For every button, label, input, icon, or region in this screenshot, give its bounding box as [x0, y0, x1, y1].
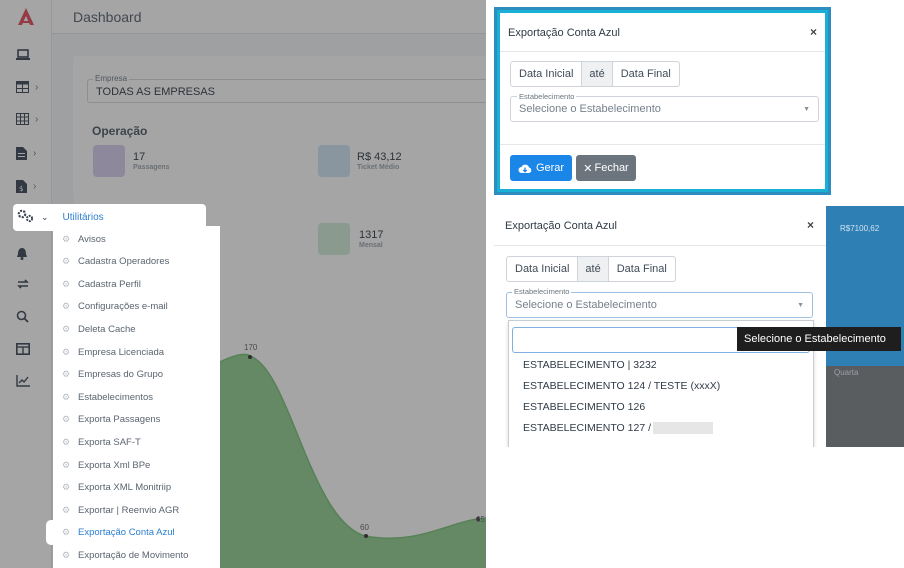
menu-item-label: Cadastra Perfil: [78, 278, 141, 290]
dropdown-option[interactable]: ESTABELECIMENTO | 3232: [523, 359, 657, 371]
menu-item-label: Deleta Cache: [78, 323, 136, 335]
gerar-button[interactable]: Gerar: [510, 155, 572, 181]
data-final-field[interactable]: Data Final: [613, 62, 679, 86]
gears-icon: ⚙: [62, 301, 71, 312]
ate-label: até: [582, 62, 613, 86]
data-final-field[interactable]: Data Final: [609, 257, 675, 281]
menu-item-label: Empresa Licenciada: [78, 346, 165, 358]
modal-title: Exportação Conta Azul: [505, 220, 617, 232]
menu-item[interactable]: ⚙ Exporta Passagens: [62, 413, 160, 427]
gears-icon: ⚙: [62, 459, 71, 470]
background-fragment: Quarta: [824, 366, 904, 447]
gears-icon: ⚙: [62, 504, 71, 515]
export-modal-frame: Exportação Conta Azul × Data Inicial até…: [494, 7, 831, 195]
dropdown-option-label: ESTABELECIMENTO 126: [523, 401, 646, 413]
close-icon[interactable]: ×: [810, 25, 817, 39]
menu-item[interactable]: ⚙ Deleta Cache: [62, 322, 136, 336]
gears-icon: ⚙: [62, 527, 71, 538]
menu-item-label: Exporta SAF-T: [78, 436, 141, 448]
gears-icon: ⚙: [62, 323, 71, 334]
dropdown-option[interactable]: ESTABELECIMENTO 126: [523, 401, 645, 413]
menu-item[interactable]: ⚙ Exportar | Reenvio AGR: [62, 503, 179, 517]
gears-icon: ⚙: [62, 482, 71, 493]
menu-item-label: Exporta Passagens: [78, 414, 161, 426]
bg-chart-value: R$7100,62: [840, 224, 880, 233]
gerar-label: Gerar: [535, 162, 565, 174]
dashboard-panel: › › › $ › Dashboard Empresa TODAS AS EMP…: [0, 0, 486, 568]
menu-item[interactable]: ⚙ Cadastra Operadores: [62, 255, 169, 269]
caret-down-icon: ▼: [803, 106, 810, 113]
footer-divider: [500, 144, 825, 145]
gears-icon: ⚙: [62, 256, 71, 267]
estabelecimento-placeholder: Selecione o Estabelecimento: [519, 103, 661, 115]
menu-item[interactable]: ⚙ Configurações e-mail: [62, 300, 168, 314]
gears-icon: ⚙: [62, 391, 71, 402]
header-divider: [500, 51, 825, 52]
data-inicial-field[interactable]: Data Inicial: [507, 257, 579, 281]
menu-item[interactable]: ⚙ Exportação de Movimento: [62, 548, 188, 562]
fechar-button[interactable]: ✕ Fechar: [576, 155, 636, 181]
estabelecimento-legend: Estabelecimento: [517, 92, 577, 101]
gears-icon: ⚙: [62, 414, 71, 425]
bg-chart-label: Quarta: [834, 368, 859, 377]
gears-icon: ⚙: [62, 233, 71, 244]
dropdown-option[interactable]: ESTABELECIMENTO 127 /: [523, 422, 713, 435]
gears-icon: [17, 209, 35, 226]
ate-label: até: [578, 257, 609, 281]
menu-item[interactable]: ⚙ Exporta SAF-T: [62, 435, 141, 449]
gears-icon: ⚙: [62, 278, 71, 289]
menu-item[interactable]: ⚙ Exporta XML Monitriip: [62, 481, 171, 495]
tooltip: Selecione o Estabelecimento: [737, 327, 901, 351]
dropdown-option-label: ESTABELECIMENTO | 3232: [523, 359, 657, 371]
chevron-down-icon: ⌄: [41, 212, 49, 222]
gears-icon: ⚙: [62, 346, 71, 357]
cloud-download-icon: [518, 164, 532, 173]
menu-item[interactable]: ⚙ Empresa Licenciada: [62, 345, 164, 359]
menu-item-label: Exportação de Movimento: [78, 549, 189, 561]
menu-item-label: Exportar | Reenvio AGR: [78, 504, 180, 516]
menu-header-label: Utilitários: [62, 212, 104, 223]
menu-item-label: Exporta XML Monitriip: [78, 482, 172, 494]
date-range-group: Data Inicial até Data Final: [510, 61, 680, 87]
menu-item[interactable]: ⚙ Exportação Conta Azul: [47, 521, 215, 545]
times-icon: ✕: [583, 162, 593, 175]
menu-item[interactable]: ⚙ Cadastra Perfil: [62, 277, 141, 291]
dropdown-option-label: ESTABELECIMENTO 124 / TESTE (xxxX): [523, 380, 721, 392]
dropdown-option[interactable]: ESTABELECIMENTO 124 / TESTE (xxxX): [523, 380, 720, 392]
menu-item-label: Avisos: [78, 233, 106, 245]
menu-item[interactable]: ⚙ Avisos: [62, 232, 106, 246]
estabelecimento-placeholder: Selecione o Estabelecimento: [515, 299, 657, 311]
date-range-group: Data Inicial até Data Final: [506, 256, 676, 282]
menu-item[interactable]: ⚙ Estabelecimentos: [62, 390, 153, 404]
caret-down-icon: ▼: [797, 302, 804, 309]
menu-item-label: Configurações e-mail: [78, 301, 168, 313]
menu-item-label: Empresas do Grupo: [78, 369, 164, 381]
gears-icon: ⚙: [62, 549, 71, 560]
menu-item-label: Exporta Xml BPe: [78, 459, 151, 471]
modal-title: Exportação Conta Azul: [508, 27, 620, 39]
redacted-text: [653, 422, 713, 435]
close-icon[interactable]: ×: [807, 218, 814, 232]
gears-icon: ⚙: [62, 369, 71, 380]
menu-item[interactable]: ⚙ Exporta Xml BPe: [62, 458, 150, 472]
gears-icon: ⚙: [62, 436, 71, 447]
data-inicial-field[interactable]: Data Inicial: [511, 62, 583, 86]
dropdown-option-label: ESTABELECIMENTO 127 /: [523, 422, 651, 434]
menu-utilitarios[interactable]: ⌄ Utilitários: [13, 204, 206, 231]
fechar-label: Fechar: [594, 162, 629, 174]
menu-item-label: Estabelecimentos: [78, 391, 153, 403]
menu-item[interactable]: ⚙ Empresas do Grupo: [62, 368, 163, 382]
export-modal: Exportação Conta Azul × Data Inicial até…: [500, 13, 825, 189]
estabelecimento-legend: Estabelecimento: [512, 287, 572, 296]
menu-item-label: Exportação Conta Azul: [78, 527, 175, 539]
menu-item-label: Cadastra Operadores: [78, 256, 170, 268]
header-divider: [494, 245, 826, 246]
